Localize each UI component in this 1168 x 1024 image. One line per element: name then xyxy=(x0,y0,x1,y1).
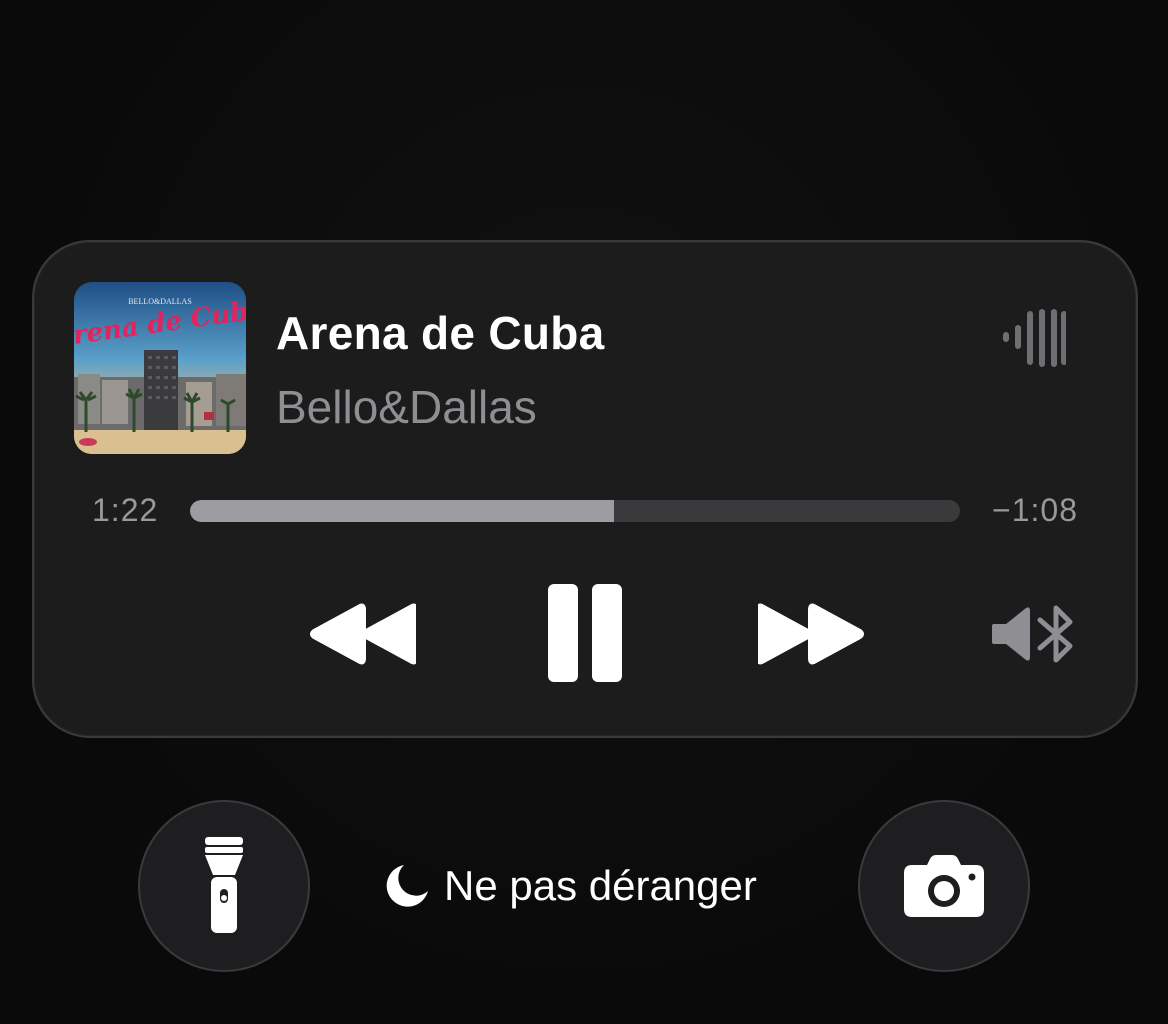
flashlight-button[interactable] xyxy=(138,800,310,972)
rewind-button[interactable] xyxy=(308,602,416,666)
audio-output-button[interactable] xyxy=(992,602,1078,666)
fast-forward-icon xyxy=(758,603,864,665)
speaker-bluetooth-icon xyxy=(992,605,1073,663)
track-artist[interactable]: Bello&Dallas xyxy=(276,380,537,434)
elapsed-time: 1:22 xyxy=(92,492,159,528)
pause-icon xyxy=(548,584,622,682)
moon-icon xyxy=(386,865,428,907)
track-title: Arena de Cuba xyxy=(276,307,605,359)
audio-waveform-icon[interactable] xyxy=(1002,308,1067,368)
progress-fill xyxy=(190,500,614,522)
progress-scrubber[interactable] xyxy=(190,500,960,522)
focus-mode-label: Ne pas déranger xyxy=(444,862,757,909)
camera-button[interactable] xyxy=(858,800,1030,972)
flashlight-icon xyxy=(205,837,243,933)
fast-forward-button[interactable] xyxy=(758,602,866,666)
lock-screen: BELLO&DALLAS Arena de Cuba Arena de Cuba… xyxy=(0,0,1168,1024)
remaining-time: −1:08 xyxy=(992,492,1078,528)
pause-button[interactable] xyxy=(546,582,624,684)
rewind-icon xyxy=(310,603,416,665)
camera-icon xyxy=(904,855,984,917)
album-artwork[interactable]: BELLO&DALLAS Arena de Cuba xyxy=(74,282,246,454)
album-artwork-image: BELLO&DALLAS Arena de Cuba xyxy=(74,282,246,454)
now-playing-widget[interactable]: BELLO&DALLAS Arena de Cuba Arena de Cuba… xyxy=(32,240,1138,738)
focus-mode-indicator[interactable]: Ne pas déranger xyxy=(384,858,757,914)
artwork-small-text: BELLO&DALLAS xyxy=(128,297,192,306)
